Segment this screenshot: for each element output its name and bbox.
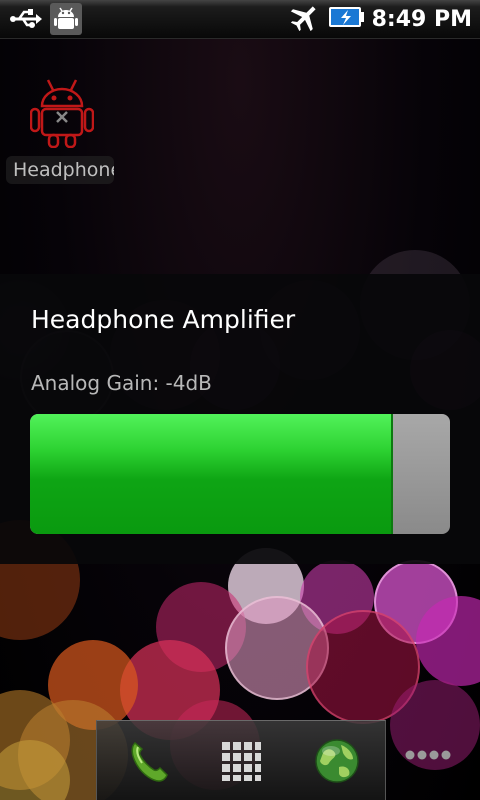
headphone-amplifier-dialog: Headphone Amplifier Analog Gain: -4dB [0, 274, 480, 564]
launcher-dock [96, 720, 386, 800]
app-shortcut-label: Headphone Amplifier [6, 156, 114, 184]
airplane-mode-icon [290, 3, 320, 35]
gain-level-fill [30, 414, 394, 534]
android-app-icon [29, 78, 95, 149]
status-bar: 8:49 PM [0, 0, 480, 39]
dialog-title: Headphone Amplifier [31, 305, 296, 334]
status-time: 8:49 PM [371, 6, 472, 32]
phone-icon[interactable] [121, 733, 177, 789]
browser-globe-icon[interactable] [309, 733, 365, 789]
analog-gain-label: Analog Gain: -4dB [31, 371, 212, 395]
usb-icon [10, 9, 42, 33]
more-dots-icon[interactable] [398, 740, 458, 770]
analog-gain-slider[interactable] [30, 414, 450, 534]
app-shortcut-headphone-amplifier[interactable]: Headphone Amplifier [6, 76, 116, 188]
home-screen: 8:49 PM Headphone Headphone Amplifier An… [0, 0, 480, 800]
battery-charging-icon [328, 5, 364, 33]
app-drawer-icon[interactable] [213, 733, 269, 789]
android-debug-icon [50, 3, 82, 39]
